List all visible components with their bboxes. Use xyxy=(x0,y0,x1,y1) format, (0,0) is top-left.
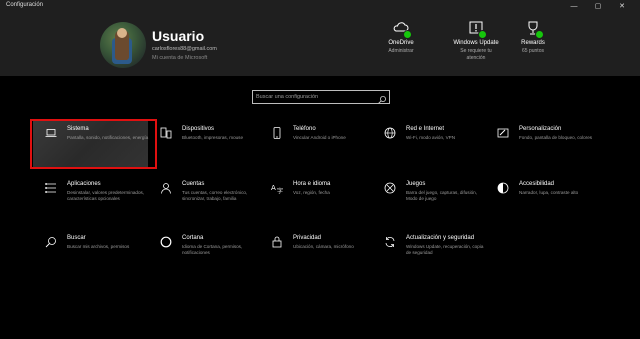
account-header: Usuario carlosflores88@gmail.com Mi cuen… xyxy=(0,14,640,76)
category-desc: Windows Update, recuperación, copia de s… xyxy=(406,244,484,255)
close-button[interactable]: ✕ xyxy=(612,0,632,14)
search-input[interactable] xyxy=(256,92,374,102)
category-title: Dispositivos xyxy=(182,126,215,132)
category-desc: Wi-Fi, modo avión, VPN xyxy=(406,135,456,140)
category-title: Privacidad xyxy=(293,235,322,241)
category-title: Cortana xyxy=(182,235,204,241)
category-desc: Narrador, lupa, contraste alto xyxy=(519,190,579,195)
globe-icon xyxy=(384,126,396,139)
category-title: Personalización xyxy=(519,126,562,132)
category-accesibilidad[interactable]: Accesibilidad Narrador, lupa, contraste … xyxy=(485,176,600,222)
avatar[interactable] xyxy=(100,22,146,68)
user-name: Usuario xyxy=(152,28,205,44)
category-desc: Buscar mis archivos, permisos xyxy=(67,244,130,249)
lock-icon xyxy=(271,235,283,248)
category-juegos[interactable]: Juegos Barra del juego, capturas, difusi… xyxy=(372,176,487,222)
category-desc: Ubicación, cámara, micrófono xyxy=(293,244,354,249)
settings-search[interactable] xyxy=(252,90,390,104)
xbox-icon xyxy=(384,181,396,194)
category-cortana[interactable]: Cortana Idioma de Cortana, permisos, not… xyxy=(148,230,263,276)
category-desc: Fondo, pantalla de bloqueo, colores xyxy=(519,135,593,140)
category-privacidad[interactable]: Privacidad Ubicación, cámara, micrófono xyxy=(259,230,374,276)
category-desc: Desinstalar, valores predeterminados, ca… xyxy=(67,190,145,201)
onedrive-status[interactable]: OneDrive Administrar xyxy=(366,20,436,55)
accessibility-icon xyxy=(497,181,509,194)
rewards-status[interactable]: Rewards 65 puntos xyxy=(498,20,568,55)
category-hora-idioma[interactable]: A字 Hora e idioma Voz, región, fecha xyxy=(259,176,374,222)
category-desc: Tus cuentas, correo electrónico, sincron… xyxy=(182,190,248,201)
category-title: Accesibilidad xyxy=(519,181,555,187)
cortana-icon xyxy=(160,235,172,248)
trophy-icon xyxy=(525,20,544,39)
devices-icon xyxy=(160,126,172,139)
search-icon xyxy=(45,235,57,248)
sync-icon xyxy=(384,235,396,247)
category-buscar[interactable]: Buscar Buscar mis archivos, permisos xyxy=(33,230,148,276)
category-personalizacion[interactable]: Personalización Fondo, pantalla de bloqu… xyxy=(485,121,600,167)
category-desc: Bluetooth, impresoras, mouse xyxy=(182,135,244,140)
category-actualizacion-seguridad[interactable]: Actualización y seguridad Windows Update… xyxy=(372,230,487,276)
paint-icon xyxy=(497,126,509,138)
apps-icon xyxy=(45,181,57,193)
person-icon xyxy=(160,181,172,194)
category-title: Teléfono xyxy=(293,126,316,132)
search-icon[interactable] xyxy=(377,92,387,104)
category-title: Juegos xyxy=(406,181,426,187)
category-telefono[interactable]: Teléfono Vincular Android o iPhone xyxy=(259,121,374,167)
category-title: Hora e idioma xyxy=(293,181,331,187)
category-desc: Vincular Android o iPhone xyxy=(293,135,346,140)
title-bar: Configuración — ▢ ✕ xyxy=(0,0,640,14)
category-title: Actualización y seguridad xyxy=(406,235,475,241)
category-title: Aplicaciones xyxy=(67,181,101,187)
microsoft-account-link[interactable]: Mi cuenta de Microsoft xyxy=(152,55,207,61)
time-language-icon: A字 xyxy=(271,181,283,195)
window-title: Configuración xyxy=(6,2,44,8)
rewards-sub: 65 puntos xyxy=(522,48,544,54)
category-red-internet[interactable]: Red e Internet Wi-Fi, modo avión, VPN xyxy=(372,121,487,167)
category-desc: Barra del juego, capturas, difusión, Mod… xyxy=(406,190,477,201)
category-title: Buscar xyxy=(67,235,86,241)
user-email: carlosflores88@gmail.com xyxy=(152,46,217,52)
onedrive-sub: Administrar xyxy=(388,48,414,54)
rewards-title: Rewards xyxy=(521,40,545,46)
category-aplicaciones[interactable]: Aplicaciones Desinstalar, valores predet… xyxy=(33,176,148,222)
windows-update-sub: Se requiere tu atención xyxy=(460,48,492,61)
phone-icon xyxy=(271,126,283,139)
category-cuentas[interactable]: Cuentas Tus cuentas, correo electrónico,… xyxy=(148,176,263,222)
maximize-button[interactable]: ▢ xyxy=(588,0,608,14)
cloud-icon xyxy=(393,20,412,39)
category-dispositivos[interactable]: Dispositivos Bluetooth, impresoras, mous… xyxy=(148,121,263,167)
category-desc: Idioma de Cortana, permisos, notificacio… xyxy=(182,244,243,255)
category-title: Cuentas xyxy=(182,181,205,187)
svg-text:字: 字 xyxy=(277,187,283,194)
selection-highlight xyxy=(30,119,157,169)
onedrive-title: OneDrive xyxy=(388,40,414,46)
category-desc: Voz, región, fecha xyxy=(293,190,330,195)
category-title: Red e Internet xyxy=(406,126,445,132)
minimize-button[interactable]: — xyxy=(564,0,584,14)
update-icon xyxy=(468,20,487,39)
svg-text:A: A xyxy=(271,184,276,192)
